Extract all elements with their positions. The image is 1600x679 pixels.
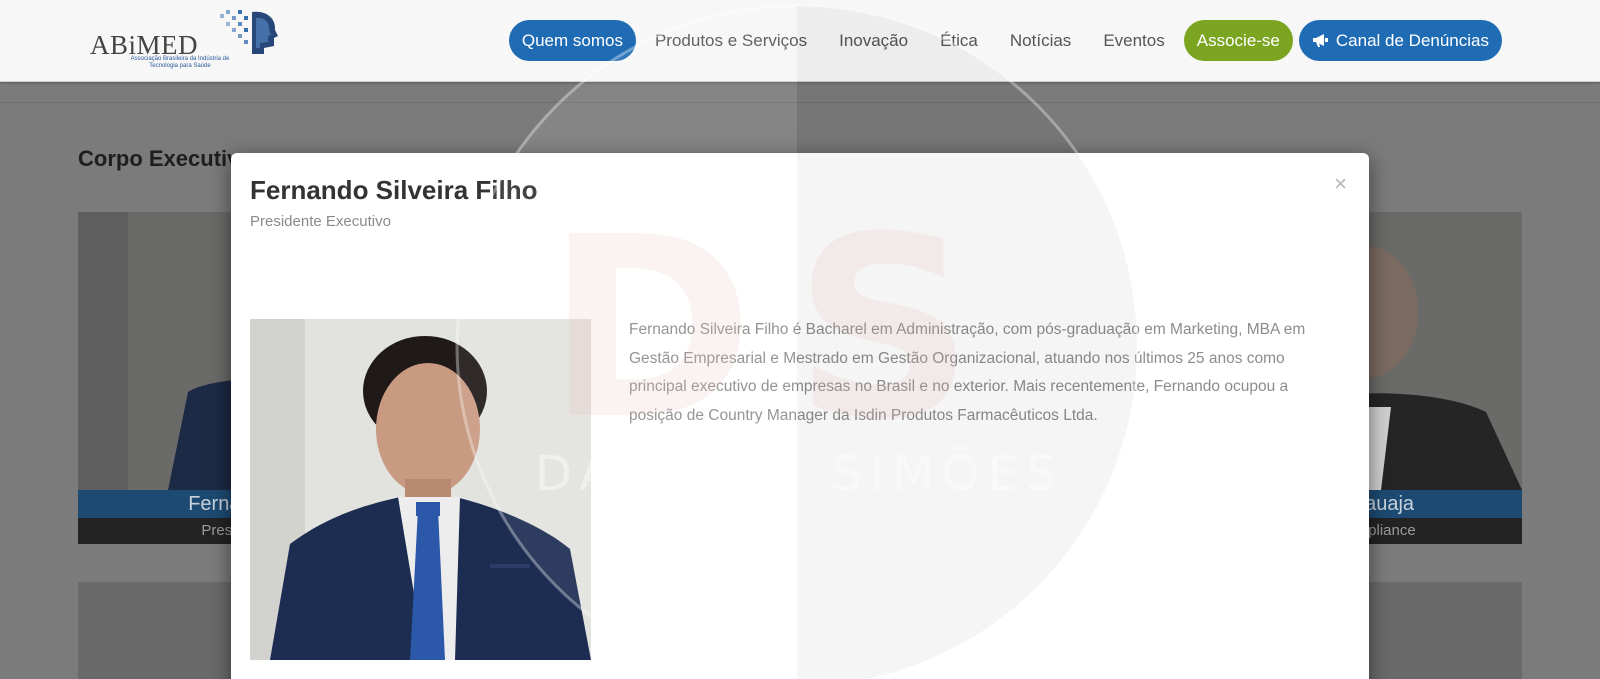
associe-se-button[interactable]: Associe-se xyxy=(1183,19,1293,61)
logo-head-icon xyxy=(220,10,278,55)
nav-quem-somos[interactable]: Quem somos xyxy=(508,19,636,61)
canal-denuncias-button[interactable]: Canal de Denúncias xyxy=(1298,19,1502,61)
modal-subtitle: Presidente Executivo xyxy=(250,213,391,230)
nav-eventos[interactable]: Eventos xyxy=(1090,20,1177,61)
nav-produtos-servicos[interactable]: Produtos e Serviços xyxy=(642,20,820,61)
executive-portrait xyxy=(250,319,591,660)
main-nav: Quem somos Produtos e Serviços Inovação … xyxy=(508,19,1502,61)
nav-etica[interactable]: Ética xyxy=(927,20,991,61)
nav-inovacao[interactable]: Inovação xyxy=(826,20,921,61)
section-title: Corpo Executiv xyxy=(78,146,240,171)
nav-noticias[interactable]: Notícias xyxy=(997,20,1084,61)
divider xyxy=(0,102,1600,103)
site-header: ABiMED Associação Brasileira da Indústri… xyxy=(0,0,1600,82)
logo-tagline: Associação Brasileira da Indústria de Te… xyxy=(130,56,230,69)
modal-title: Fernando Silveira Filho xyxy=(250,175,538,205)
canal-denuncias-label: Canal de Denúncias xyxy=(1335,30,1489,50)
abimed-logo[interactable]: ABiMED Associação Brasileira da Indústri… xyxy=(90,8,280,74)
megaphone-icon xyxy=(1312,34,1328,47)
executive-bio: Fernando Silveira Filho é Bacharel em Ad… xyxy=(629,321,1306,424)
executive-modal: Fernando Silveira Filho Presidente Execu… xyxy=(231,153,1369,679)
close-icon[interactable]: × xyxy=(1334,173,1347,195)
